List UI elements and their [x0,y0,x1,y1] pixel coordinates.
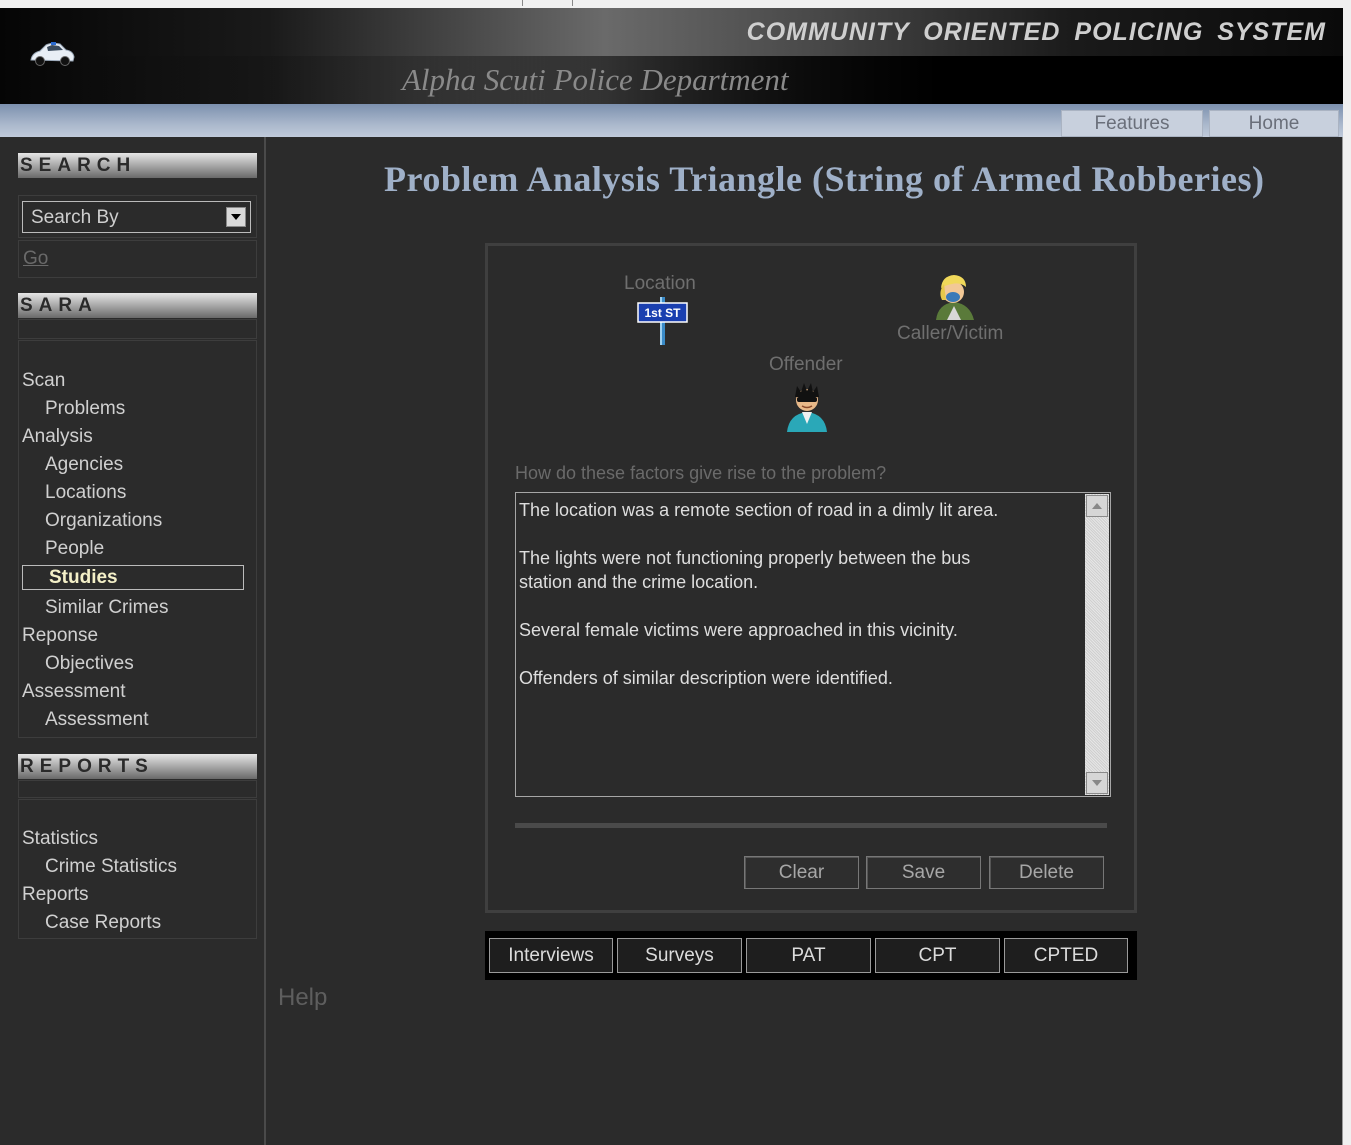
caller-victim-label: Caller/Victim [897,323,1004,344]
sidebar-item-case-reports[interactable]: Case Reports [45,909,161,937]
answer-paragraph: Offenders of similar description were id… [519,668,893,688]
clear-button[interactable]: Clear [744,856,859,889]
analysis-textarea[interactable]: The location was a remote section of roa… [515,492,1111,797]
police-car-icon [30,42,75,66]
go-panel [18,240,257,278]
go-link[interactable]: Go [23,248,48,270]
sara-spacer-panel [18,319,257,339]
sara-heading: SARA [18,293,257,318]
save-button[interactable]: Save [866,856,981,889]
street-sign-icon[interactable]: 1st ST [637,295,689,347]
nav-home-link[interactable]: Home [1209,110,1339,137]
nav-features-link[interactable]: Features [1061,110,1203,137]
tab-cpt[interactable]: CPT [875,938,1000,973]
app-title: COMMUNITY ORIENTED POLICING SYSTEM [746,18,1326,46]
help-link[interactable]: Help [278,984,327,1012]
offender-label: Offender [769,354,843,375]
textarea-scrollbar[interactable] [1085,494,1109,795]
sidebar-item-assessment-sub[interactable]: Assessment [45,706,148,734]
scroll-down-icon[interactable] [1086,772,1108,794]
caller-victim-icon[interactable] [928,270,980,322]
sidebar-item-organizations[interactable]: Organizations [45,507,162,535]
sidebar-item-problems[interactable]: Problems [45,395,125,423]
sidebar-item-studies[interactable]: Studies [22,565,244,590]
answer-paragraph: Several female victims were approached i… [519,620,958,640]
sidebar-item-assessment[interactable]: Assessment [22,678,125,706]
sidebar-item-locations[interactable]: Locations [45,479,126,507]
analysis-text: The location was a remote section of roa… [519,498,1079,714]
answer-paragraph: The lights were not functioning properly… [519,548,971,592]
search-by-value: Search By [31,207,119,228]
street-sign-text: 1st ST [644,306,681,320]
sidebar-item-reports[interactable]: Reports [22,881,89,909]
tab-cpted[interactable]: CPTED [1004,938,1128,973]
sidebar-item-crime-statistics[interactable]: Crime Statistics [45,853,177,881]
window-scrollbar[interactable] [1342,8,1351,1145]
site-header: COMMUNITY ORIENTED POLICING SYSTEM Alpha… [0,8,1343,104]
tab-pat[interactable]: PAT [746,938,871,973]
analysis-question: How do these factors give rise to the pr… [515,463,887,483]
search-heading: SEARCH [18,153,257,178]
reports-heading: REPORTS [18,754,257,779]
answer-paragraph: The location was a remote section of roa… [519,500,999,520]
top-strip-divider [572,0,573,6]
sidebar-item-analysis[interactable]: Analysis [22,423,93,451]
sidebar-item-agencies[interactable]: Agencies [45,451,123,479]
sidebar-item-scan[interactable]: Scan [22,367,65,395]
card-divider [515,823,1107,828]
tab-interviews[interactable]: Interviews [489,938,613,973]
window-top-strip [0,0,1351,8]
offender-icon[interactable] [781,380,833,432]
department-name: Alpha Scuti Police Department [402,62,789,97]
location-label: Location [624,273,696,294]
sidebar-item-objectives[interactable]: Objectives [45,650,134,678]
page-title: Problem Analysis Triangle (String of Arm… [384,159,1265,199]
search-by-select[interactable]: Search By [22,201,251,233]
sidebar-item-statistics[interactable]: Statistics [22,825,98,853]
top-strip-divider [522,0,523,6]
chevron-down-icon[interactable] [226,207,246,227]
delete-button[interactable]: Delete [989,856,1104,889]
reports-spacer-panel [18,780,257,798]
sidebar-item-response[interactable]: Reponse [22,622,98,650]
sidebar-item-similar-crimes[interactable]: Similar Crimes [45,594,169,622]
tab-surveys[interactable]: Surveys [617,938,742,973]
sidebar-item-people[interactable]: People [45,535,104,563]
scroll-up-icon[interactable] [1086,495,1108,517]
top-nav-bar: Features Home [0,104,1343,137]
